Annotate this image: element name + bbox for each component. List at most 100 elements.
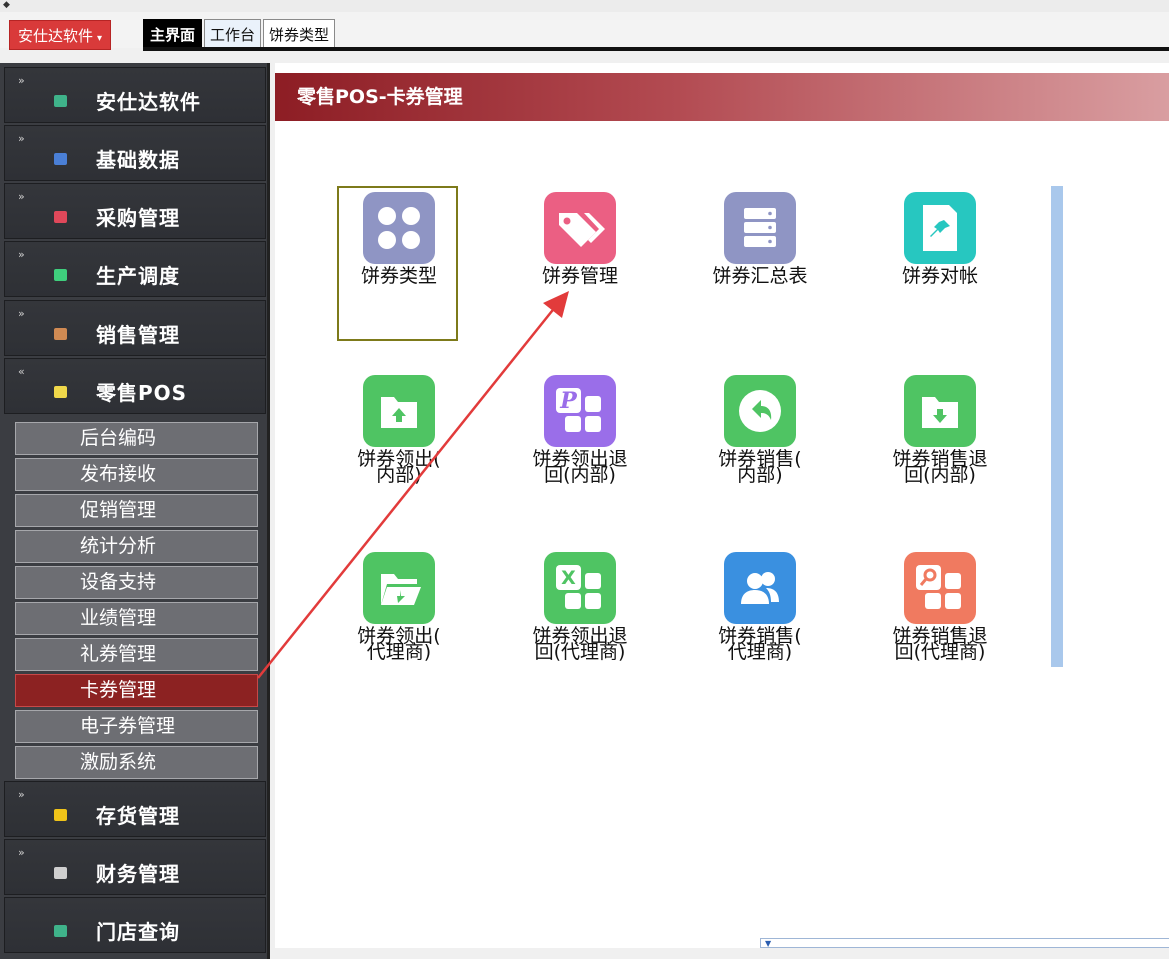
tab-coupon-type[interactable]: 饼券类型 (263, 19, 336, 49)
tab-underline (143, 47, 1169, 51)
section-label: 基础数据 (96, 148, 180, 172)
section-label: 采购管理 (96, 206, 180, 230)
dropdown-caret-icon: ▾ (97, 33, 103, 44)
pin-icon (904, 192, 976, 264)
expand-chevron-icon: » (18, 788, 25, 801)
window-icon: ◆ (3, 0, 10, 10)
launcher-issue-internal[interactable]: 饼券领出( 内部) (329, 375, 469, 486)
inventory-icon (54, 809, 67, 821)
database-icon (54, 153, 67, 165)
sidebar-item-performance[interactable]: 业绩管理 (15, 602, 258, 635)
store-icon (54, 925, 67, 937)
launcher-label: 饼券类型 (360, 265, 437, 287)
launcher-issue-agent[interactable]: 饼券领出( 代理商) (329, 552, 469, 663)
sidebar-item-statistics[interactable]: 统计分析 (15, 530, 258, 563)
sidebar-item-e-voucher[interactable]: 电子券管理 (15, 710, 258, 743)
horizontal-scrollbar[interactable]: ▼ (760, 938, 1169, 948)
sidebar-item-card-voucher[interactable]: 卡券管理 (15, 674, 258, 707)
status-strip (270, 948, 1169, 959)
launcher-label-line2: 内部) (376, 464, 422, 486)
sidebar-section-finance[interactable]: » 财务管理 (4, 839, 266, 895)
launcher-issue-return-agent[interactable]: X 饼券领出退 回(代理商) (510, 552, 650, 663)
sales-icon (54, 328, 67, 340)
folder-up-icon (363, 375, 435, 447)
tab-workbench[interactable]: 工作台 (204, 19, 262, 49)
launcher-sale-return-internal[interactable]: 饼券销售退 回(内部) (870, 375, 1010, 486)
finance-icon (54, 867, 67, 879)
expand-chevron-icon: » (18, 248, 25, 261)
launcher-coupon-summary[interactable]: 饼券汇总表 (690, 192, 830, 287)
vertical-scrollbar[interactable] (1051, 186, 1063, 667)
excel-grid-icon: X (544, 552, 616, 624)
sidebar-section-company[interactable]: » 安仕达软件 (4, 67, 266, 123)
section-label: 财务管理 (96, 862, 180, 886)
production-icon (54, 269, 67, 281)
tab-main[interactable]: 主界面 (143, 19, 203, 49)
expand-chevron-icon: » (18, 190, 25, 203)
launcher-label-line2: 代理商) (366, 641, 432, 663)
launcher-sale-agent[interactable]: 饼券销售( 代理商) (690, 552, 830, 663)
sidebar: » 安仕达软件 » 基础数据 » 采购管理 » 生产调度 » 销售管理 « 零售POS 后台… (0, 63, 270, 959)
launcher-label: 饼券汇总表 (712, 265, 808, 287)
sidebar-section-inventory[interactable]: » 存货管理 (4, 781, 266, 837)
collapse-chevron-icon: « (18, 365, 25, 378)
sidebar-item-incentive[interactable]: 激励系统 (15, 746, 258, 779)
launcher-sale-return-agent[interactable]: 饼券销售退 回(代理商) (870, 552, 1010, 663)
grid-icon (363, 192, 435, 264)
undo-circle-icon (724, 375, 796, 447)
app-menu-button[interactable]: 安仕达软件 ▾ (9, 20, 112, 50)
section-label: 生产调度 (96, 264, 180, 288)
sidebar-item-promotion[interactable]: 促销管理 (15, 494, 258, 527)
main-panel: 零售POS-卡券管理 饼券类型 饼券管理 饼券汇总表 饼券对帐 饼券领出( 内部… (275, 63, 1169, 948)
sidebar-section-production[interactable]: » 生产调度 (4, 241, 266, 297)
page-title: 零售POS-卡券管理 (275, 73, 1169, 121)
search-grid-icon (904, 552, 976, 624)
launcher-label-line2: 回(内部) (544, 464, 616, 486)
p-grid-icon: P (544, 375, 616, 447)
launcher-label-line2: 代理商) (727, 641, 793, 663)
app-menu-label: 安仕达软件 (18, 27, 94, 45)
launcher-label-line2: 回(代理商) (534, 641, 626, 663)
launcher-sale-internal[interactable]: 饼券销售( 内部) (690, 375, 830, 486)
expand-chevron-icon: » (18, 74, 25, 87)
menu-bar: 安仕达软件 ▾ 主界面 工作台 饼券类型 (0, 12, 1169, 50)
section-label: 存货管理 (96, 804, 180, 828)
pos-icon (54, 386, 67, 398)
section-label: 安仕达软件 (96, 90, 201, 114)
folder-down-icon (904, 375, 976, 447)
sidebar-item-publish-receive[interactable]: 发布接收 (15, 458, 258, 491)
expand-chevron-icon: » (18, 307, 25, 320)
svg-text:X: X (561, 567, 576, 589)
launcher-label-line2: 内部) (737, 464, 783, 486)
sidebar-section-sales[interactable]: » 销售管理 (4, 300, 266, 356)
launcher-coupon-management[interactable]: 饼券管理 (510, 192, 650, 287)
sidebar-section-basic-data[interactable]: » 基础数据 (4, 125, 266, 181)
launcher-label: 饼券对帐 (901, 265, 978, 287)
launcher-label: 饼券管理 (541, 265, 618, 287)
scroll-down-arrow-icon[interactable]: ▼ (765, 939, 771, 948)
company-icon (54, 95, 67, 107)
tab-strip: 主界面 工作台 饼券类型 (143, 19, 336, 49)
folder-open-icon (363, 552, 435, 624)
section-label: 门店查询 (96, 920, 180, 944)
section-label: 零售POS (96, 381, 188, 405)
sidebar-item-backend-code[interactable]: 后台编码 (15, 422, 258, 455)
launcher-coupon-reconcile[interactable]: 饼券对帐 (870, 192, 1010, 287)
section-label: 销售管理 (96, 323, 180, 347)
sidebar-section-retail-pos[interactable]: « 零售POS (4, 358, 266, 414)
svg-text:P: P (559, 388, 578, 414)
sidebar-section-purchase[interactable]: » 采购管理 (4, 183, 266, 239)
launcher-issue-return-internal[interactable]: P 饼券领出退 回(内部) (510, 375, 650, 486)
expand-chevron-icon: » (18, 846, 25, 859)
sidebar-item-devices[interactable]: 设备支持 (15, 566, 258, 599)
expand-chevron-icon: » (18, 132, 25, 145)
sidebar-section-store-query[interactable]: 门店查询 (4, 897, 266, 953)
users-icon (724, 552, 796, 624)
launcher-label-line2: 回(代理商) (894, 641, 986, 663)
purchase-icon (54, 211, 67, 223)
launcher-coupon-type[interactable]: 饼券类型 (329, 192, 469, 287)
sidebar-item-gift-voucher[interactable]: 礼券管理 (15, 638, 258, 671)
server-icon (724, 192, 796, 264)
launcher-label-line2: 回(内部) (904, 464, 976, 486)
tags-icon (544, 192, 616, 264)
